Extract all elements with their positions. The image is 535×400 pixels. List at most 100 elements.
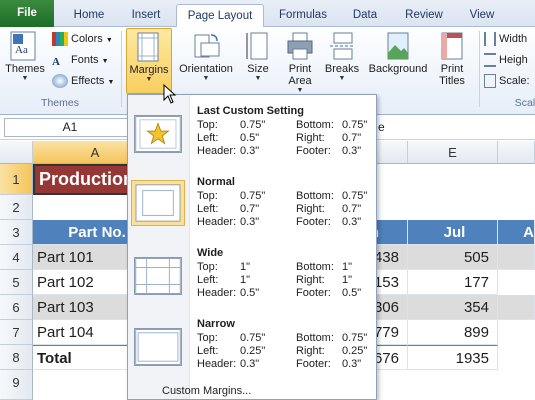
value-left: 0.5" — [240, 132, 260, 144]
row-header-6[interactable]: 6 — [0, 295, 33, 320]
row-header-5[interactable]: 5 — [0, 270, 33, 295]
table-row-jul[interactable]: 177 — [408, 270, 498, 295]
value-header: 0.5" — [240, 287, 260, 299]
header-cell-aug[interactable]: A — [498, 220, 535, 245]
ribbon-tab-bar: File Home Insert Page Layout Formulas Da… — [0, 0, 535, 28]
margin-option-wide[interactable]: Wide Top: 1" Bottom: 1" Left: 1" Right: … — [128, 241, 376, 311]
margins-icon — [137, 32, 159, 62]
print-area-button[interactable]: Print Area ▼ — [282, 31, 318, 95]
column-header-f[interactable] — [498, 141, 535, 164]
effects-icon — [52, 74, 68, 89]
colors-button[interactable]: Colors ▼ — [52, 30, 113, 48]
tab-page-layout[interactable]: Page Layout — [176, 4, 264, 28]
table-row-jul[interactable]: 354 — [408, 295, 498, 320]
value-bottom: 0.75" — [342, 190, 368, 202]
page-breaks-icon — [330, 32, 354, 60]
label-bottom: Bottom: — [296, 332, 334, 344]
total-row-jul[interactable]: 1935 — [408, 345, 498, 370]
option-title: Wide — [197, 247, 224, 259]
table-row-aug[interactable] — [498, 295, 535, 320]
value-bottom: 0.75" — [342, 332, 368, 344]
value-header: 0.3" — [240, 358, 260, 370]
label-bottom: Bottom: — [296, 190, 334, 202]
value-left: 0.7" — [240, 203, 260, 215]
label-top: Top: — [197, 261, 218, 273]
printer-icon — [287, 32, 313, 60]
row-header-4[interactable]: 4 — [0, 245, 33, 270]
effects-button[interactable]: Effects ▼ — [52, 72, 114, 90]
row-header-1[interactable]: 1 — [0, 164, 33, 195]
scale-group-label: Scal — [514, 97, 535, 109]
margins-dropdown-menu: Last Custom Setting Top: 0.75" Bottom: 0… — [127, 94, 377, 400]
value-bottom: 1" — [342, 261, 353, 273]
value-right: 0.25" — [342, 345, 368, 357]
margins-label: Margins — [129, 64, 169, 76]
print-titles-label-2: Titles — [439, 75, 465, 87]
value-top: 0.75" — [240, 190, 266, 202]
label-footer: Footer: — [296, 358, 331, 370]
size-button[interactable]: Size ▼ — [240, 31, 276, 83]
value-footer: 0.3" — [342, 216, 362, 228]
chevron-down-icon: ▼ — [254, 75, 262, 82]
header-cell-jul[interactable]: Jul — [408, 220, 498, 245]
label-left: Left: — [197, 132, 219, 144]
chevron-down-icon: ▼ — [202, 75, 210, 82]
orientation-icon — [194, 34, 220, 58]
value-footer: 0.3" — [342, 145, 362, 157]
table-row-aug[interactable] — [498, 245, 535, 270]
tab-data[interactable]: Data — [340, 4, 390, 27]
column-header-e[interactable]: E — [408, 141, 498, 164]
row-header-9[interactable]: 9 — [0, 370, 33, 400]
scale-control[interactable]: Scale: — [484, 72, 530, 90]
table-row-jul[interactable]: 505 — [408, 245, 498, 270]
print-titles-button[interactable]: Print Titles — [434, 31, 470, 87]
label-header: Header: — [197, 287, 237, 299]
row-header-3[interactable]: 3 — [0, 220, 33, 245]
tab-formulas[interactable]: Formulas — [272, 4, 334, 27]
margin-option-last-custom[interactable]: Last Custom Setting Top: 0.75" Bottom: 0… — [128, 99, 376, 169]
chevron-down-icon: ▼ — [101, 58, 109, 65]
label-right: Right: — [296, 274, 325, 286]
table-row-jul[interactable]: 899 — [408, 320, 498, 345]
themes-label: Themes — [5, 63, 45, 75]
label-top: Top: — [197, 190, 218, 202]
chevron-down-icon: ▼ — [21, 75, 29, 82]
option-title: Last Custom Setting — [197, 105, 304, 117]
formula-text[interactable]: e — [378, 120, 385, 134]
row-header-7[interactable]: 7 — [0, 320, 33, 345]
option-title: Normal — [197, 176, 235, 188]
row-header-2[interactable]: 2 — [0, 195, 33, 220]
label-right: Right: — [296, 132, 325, 144]
label-left: Left: — [197, 274, 219, 286]
breaks-button[interactable]: Breaks ▼ — [322, 31, 362, 83]
themes-icon: Aa — [10, 31, 36, 61]
tab-review[interactable]: Review — [396, 4, 452, 27]
orientation-button[interactable]: Orientation ▼ — [175, 31, 237, 83]
fonts-label: Fonts — [71, 54, 99, 66]
background-button[interactable]: Background — [364, 31, 432, 75]
label-footer: Footer: — [296, 216, 331, 228]
width-control[interactable]: Width — [484, 30, 527, 48]
margin-option-normal[interactable]: Normal Top: 0.75" Bottom: 0.75" Left: 0.… — [128, 170, 376, 240]
value-top: 0.75" — [240, 332, 266, 344]
tab-file[interactable]: File — [0, 0, 54, 27]
select-all-corner[interactable] — [0, 141, 33, 164]
print-area-label-2: Area — [288, 75, 312, 87]
custom-margins-menu-item[interactable]: Custom Margins... — [162, 385, 251, 397]
margin-option-narrow[interactable]: Narrow Top: 0.75" Bottom: 0.75" Left: 0.… — [128, 312, 376, 382]
tab-home[interactable]: Home — [62, 4, 116, 27]
tab-insert[interactable]: Insert — [120, 4, 172, 27]
orientation-label: Orientation — [179, 63, 233, 75]
name-box[interactable]: A1 — [4, 118, 136, 137]
tab-view[interactable]: View — [458, 4, 506, 27]
row-header-8[interactable]: 8 — [0, 345, 33, 370]
fonts-button[interactable]: A Fonts ▼ — [52, 51, 109, 69]
label-header: Header: — [197, 358, 237, 370]
value-footer: 0.3" — [342, 358, 362, 370]
value-top: 0.75" — [240, 119, 266, 131]
height-control[interactable]: Heigh — [484, 51, 528, 69]
label-header: Header: — [197, 216, 237, 228]
themes-button[interactable]: Aa Themes ▼ — [4, 31, 46, 83]
value-header: 0.3" — [240, 145, 260, 157]
value-right: 0.7" — [342, 203, 362, 215]
